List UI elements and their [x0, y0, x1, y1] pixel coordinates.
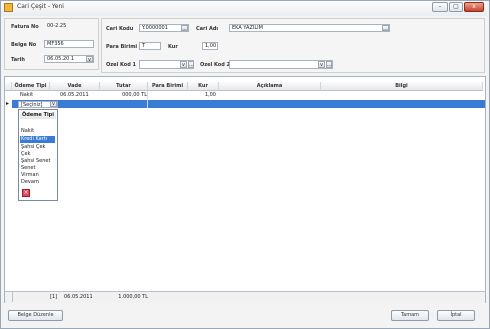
fis-no-label: Fatura No [11, 24, 39, 30]
ozel-kod1-dropdown-button[interactable]: v [180, 61, 187, 68]
para-birimi-label: Para Birimi [106, 44, 138, 50]
dropdown-item[interactable]: Çek [20, 151, 55, 158]
column-header-para-birimi[interactable]: Para Birimi [148, 82, 188, 91]
close-button[interactable]: x [464, 2, 484, 12]
ozel-kod1-label: Ozel Kod 1 [106, 62, 137, 68]
maximize-button[interactable]: ▢ [449, 2, 463, 12]
iptal-button[interactable]: İptal [437, 310, 475, 321]
ozel-kod2-label: Ozel Kod 2 [200, 62, 231, 68]
tarih-label: Tarih [11, 57, 25, 63]
kur-field[interactable]: 1,00 [202, 42, 218, 50]
cari-adi-field[interactable]: EKA YAZILIM [229, 24, 390, 32]
ozel-kod1-browse-button[interactable]: ... [188, 61, 194, 68]
belge-duzenle-button[interactable]: Belge Düzenle [8, 310, 63, 321]
cell-kur[interactable]: 1,00 [188, 91, 216, 100]
column-header-bilgi[interactable]: Bilgi [321, 82, 483, 91]
cell-vade[interactable]: 06.05.2011 [60, 91, 100, 100]
para-birimi-field[interactable]: T [139, 42, 161, 50]
cell-tutar[interactable]: 000,00 TL [100, 91, 147, 100]
minimize-button[interactable]: – [432, 2, 448, 12]
cell-odeme-tipi[interactable]: Nakit [20, 91, 50, 100]
app-icon [4, 3, 13, 12]
cari-kodu-browse-button[interactable]: ... [181, 25, 188, 32]
active-table-row[interactable] [12, 100, 485, 108]
column-header-aciklama[interactable]: Açıklama [219, 82, 321, 91]
footer-date: 06.05.2011 [64, 294, 93, 300]
dropdown-item[interactable]: Senet [20, 165, 55, 172]
dropdown-item[interactable]: Devam [20, 179, 55, 186]
tamam-button[interactable]: Tamam [391, 310, 429, 321]
grid-corner [5, 82, 12, 91]
window-title: Cari Çeşit - Yeni [17, 3, 64, 10]
dropdown-item[interactable]: Virman [20, 172, 55, 179]
column-header-kur[interactable]: Kur [188, 82, 219, 91]
payments-grid[interactable] [4, 76, 486, 303]
belge-no-field[interactable]: MF356 [44, 40, 94, 48]
cari-adi-label: Cari Adı [196, 26, 219, 32]
column-header-odeme-tipi[interactable]: Ödeme Tipi [12, 82, 50, 91]
belge-no-label: Belge No [11, 42, 37, 48]
fis-no-field[interactable]: 00-2.25 [44, 22, 92, 30]
dropdown-item[interactable]: Şahsi Senet [20, 158, 55, 165]
odeme-tipi-dropdown-button[interactable]: v [50, 101, 57, 107]
footer-total: 1.000,00 TL [118, 294, 148, 300]
dropdown-item[interactable]: Nakit [20, 128, 55, 135]
kur-label: Kur [168, 44, 178, 50]
column-header-vade[interactable]: Vade [50, 82, 100, 91]
ozel-kod2-browse-button[interactable]: ... [326, 61, 332, 68]
cari-adi-browse-button[interactable]: ... [382, 25, 389, 32]
dropdown-item-selected[interactable]: Kredi Kartı [20, 136, 55, 143]
footer-row-count: [1] [50, 294, 58, 300]
title-bar[interactable] [1, 1, 487, 16]
cari-kodu-label: Cari Kodu [106, 26, 134, 32]
dropdown-header: Ödeme Tipi [20, 111, 56, 119]
footer-divider [12, 291, 13, 302]
ozel-kod2-dropdown-button[interactable]: v [318, 61, 325, 68]
tarih-dropdown-button[interactable]: v [86, 56, 93, 63]
column-divider [147, 91, 148, 108]
dropdown-item[interactable]: Şahsi Çek [20, 144, 55, 151]
row-indicator-icon: ▸ [6, 100, 10, 107]
clear-icon[interactable]: × [22, 189, 30, 197]
column-header-tutar[interactable]: Tutar [100, 82, 148, 91]
